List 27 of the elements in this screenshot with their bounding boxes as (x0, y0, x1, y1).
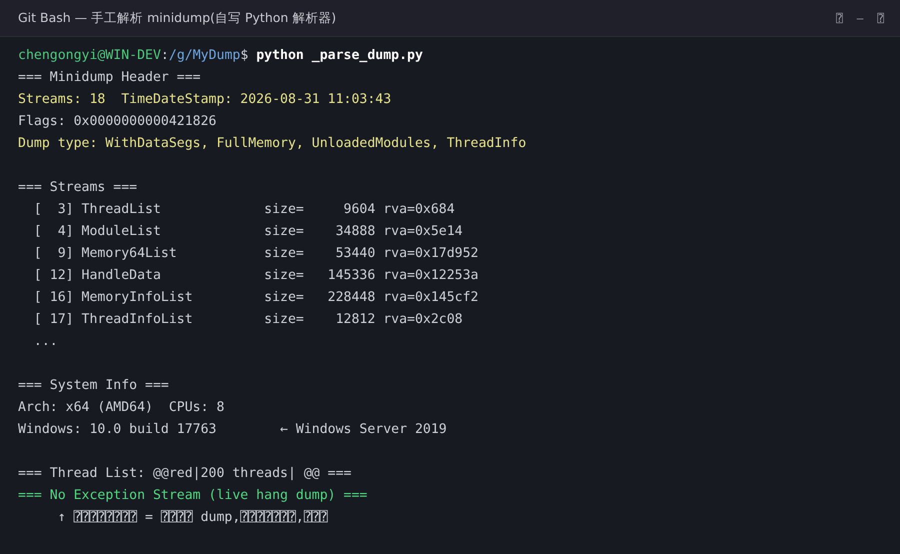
output-line: === Streams === (18, 179, 138, 197)
output-line: Windows: 10.0 build 17763 ← Windows Server 2019 (18, 421, 448, 439)
output-line: Streams: 18 TimeDateStamp: 2026-08-31 11:03:43 (18, 91, 392, 109)
window-control-button[interactable]: ⍰ (875, 12, 886, 24)
output-line: === No Exception Stream (live hang dump) === (18, 487, 368, 505)
output-line: Flags: 0x0000000000421826 (18, 113, 218, 131)
output-line: [ 17] ThreadInfoList size= 12812 rva=0x2c08 (32, 311, 464, 329)
output-line: [ 4] ModuleList size= 34888 rva=0x5e14 (32, 223, 464, 241)
prompt-path: /g/MyDump (168, 47, 240, 65)
window-control-button[interactable]: ⍰ (834, 12, 845, 24)
output-line: ... (32, 333, 59, 351)
output-line: ↑ ⍰⍰⍰⍰⍰⍰⍰⍰ = ⍰⍰⍰⍰ dump,⍰⍰⍰⍰⍰⍰⍰,⍰⍰⍰ (56, 509, 329, 527)
prompt-user: chengongyi@WIN-DEV (18, 47, 161, 65)
output-line: === Thread List: @@red|200 threads| @@ === (18, 465, 352, 483)
window-title: Git Bash — 手工解析 minidump(自写 Python 解析器) (18, 10, 336, 26)
output-line: [ 3] ThreadList size= 9604 rva=0x684 (32, 201, 456, 219)
output-line: [ 9] Memory64List size= 53440 rva=0x17d952 (32, 245, 480, 263)
prompt-symbol: $ (240, 47, 248, 65)
output-line: [ 12] HandleData size= 145336 rva=0x12253a (32, 267, 480, 285)
prompt-separator: : (160, 47, 169, 65)
command-text: python _parse_dump.py (256, 47, 423, 65)
output-line: === Minidump Header === (18, 69, 202, 87)
output-line: Arch: x64 (AMD64) CPUs: 8 (18, 399, 226, 417)
output-line: [ 16] MemoryInfoList size= 228448 rva=0x145cf2 (32, 289, 480, 307)
output-line: === System Info === (18, 377, 170, 395)
output-line: Dump type: WithDataSegs, FullMemory, UnloadedModules, ThreadInfo (18, 135, 528, 153)
window-control-button[interactable]: — (854, 12, 866, 24)
